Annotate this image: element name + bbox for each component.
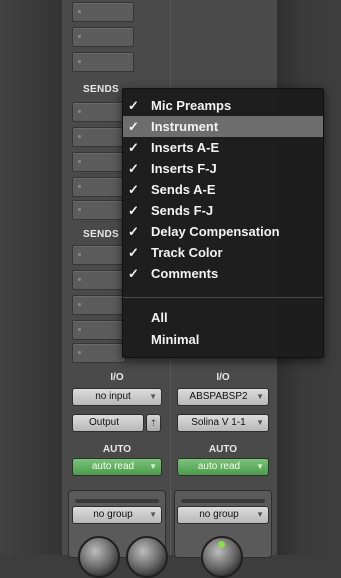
mix-window-view-menu: ✓ Mic Preamps ✓ Instrument ✓ Inserts A-E…	[122, 88, 324, 358]
triangle-down-icon: ▼	[256, 392, 264, 401]
insert-slot[interactable]	[72, 2, 134, 22]
menu-item-instrument[interactable]: ✓ Instrument	[123, 116, 323, 137]
input-value: no input	[95, 391, 131, 402]
checkmark-icon: ✓	[128, 182, 139, 197]
checkmark-icon: ✓	[128, 224, 139, 239]
checkmark-icon: ✓	[128, 203, 139, 218]
menu-item-sends-a-e[interactable]: ✓ Sends A-E	[123, 179, 323, 200]
input-selector[interactable]: no input ▼	[72, 388, 162, 406]
slot-dot-icon	[78, 35, 81, 38]
send-slot[interactable]	[72, 102, 126, 122]
triangle-down-icon: ▼	[256, 510, 264, 519]
triangle-down-icon: ▼	[149, 510, 157, 519]
slot-dot-icon	[78, 351, 81, 354]
automation-mode-selector[interactable]: auto read ▼	[177, 458, 269, 476]
slot-dot-icon	[78, 328, 81, 331]
checkmark-icon: ✓	[128, 98, 139, 113]
send-slot[interactable]	[72, 200, 126, 220]
send-slot[interactable]	[72, 152, 126, 172]
slot-dot-icon	[78, 60, 81, 63]
io-label: I/O	[216, 372, 230, 383]
group-divider	[75, 499, 159, 503]
link-icon[interactable]: ⇡	[146, 414, 161, 432]
checkmark-icon: ✓	[128, 161, 139, 176]
sends-label-2: SENDS	[83, 229, 119, 240]
menu-item-label: Sends A-E	[151, 182, 216, 197]
menu-item-label: Instrument	[151, 119, 219, 134]
send-slot[interactable]	[72, 177, 126, 197]
menu-item-label: Minimal	[151, 332, 200, 347]
output-selector[interactable]: Solina V 1-1 ▼	[177, 414, 269, 432]
triangle-down-icon: ▼	[256, 462, 264, 471]
group-value: no group	[199, 509, 239, 520]
menu-item-inserts-f-j[interactable]: ✓ Inserts F-J	[123, 158, 323, 179]
send-slot[interactable]	[72, 270, 126, 290]
triangle-down-icon: ▼	[149, 462, 157, 471]
menu-item-label: All	[151, 310, 168, 325]
slot-dot-icon	[78, 253, 81, 256]
insert-slot[interactable]	[72, 52, 134, 72]
pan-knob[interactable]	[126, 536, 168, 578]
menu-item-label: Inserts F-J	[151, 161, 217, 176]
group-divider	[181, 499, 265, 503]
send-slot[interactable]	[72, 295, 126, 315]
slot-dot-icon	[78, 278, 81, 281]
menu-item-inserts-a-e[interactable]: ✓ Inserts A-E	[123, 137, 323, 158]
menu-item-minimal[interactable]: Minimal	[123, 329, 323, 350]
io-label: I/O	[110, 372, 124, 383]
triangle-down-icon: ▼	[256, 418, 264, 427]
menu-item-label: Mic Preamps	[151, 98, 232, 113]
left-window-bezel	[0, 0, 62, 555]
group-selector[interactable]: no group ▼	[72, 506, 162, 524]
menu-item-sends-f-j[interactable]: ✓ Sends F-J	[123, 200, 323, 221]
output-value: Solina V 1-1	[191, 417, 246, 428]
menu-item-label: Inserts A-E	[151, 140, 220, 155]
checkmark-icon: ✓	[128, 266, 139, 281]
menu-item-label: Delay Compensation	[151, 224, 280, 239]
group-selector[interactable]: no group ▼	[177, 506, 269, 524]
menu-item-track-color[interactable]: ✓ Track Color	[123, 242, 323, 263]
menu-separator	[123, 297, 323, 298]
send-slot[interactable]	[72, 343, 126, 363]
output-selector[interactable]: Output	[72, 414, 144, 432]
automation-mode-value: auto read	[91, 461, 135, 472]
slot-dot-icon	[78, 160, 81, 163]
send-slot[interactable]	[72, 127, 126, 147]
send-slot[interactable]	[72, 320, 126, 340]
pan-knob[interactable]	[78, 536, 120, 578]
slot-dot-icon	[78, 303, 81, 306]
input-selector[interactable]: ABSPABSP2 ▼	[177, 388, 269, 406]
checkmark-icon: ✓	[128, 140, 139, 155]
output-value: Output	[88, 417, 120, 428]
automation-mode-value: auto read	[197, 461, 241, 472]
menu-item-all[interactable]: All	[123, 307, 323, 328]
sends-label: SENDS	[83, 84, 119, 95]
auto-label: AUTO	[208, 444, 238, 455]
slot-dot-icon	[78, 208, 81, 211]
insert-slot[interactable]	[72, 27, 134, 47]
automation-mode-selector[interactable]: auto read ▼	[72, 458, 162, 476]
input-value: ABSPABSP2	[189, 391, 248, 402]
menu-item-comments[interactable]: ✓ Comments	[123, 263, 323, 284]
menu-item-delay-compensation[interactable]: ✓ Delay Compensation	[123, 221, 323, 242]
checkmark-icon: ✓	[128, 245, 139, 260]
pan-knob[interactable]	[201, 536, 243, 578]
triangle-down-icon: ▼	[149, 392, 157, 401]
menu-item-label: Comments	[151, 266, 219, 281]
auto-label: AUTO	[102, 444, 132, 455]
slot-dot-icon	[78, 185, 81, 188]
send-slot[interactable]	[72, 245, 126, 265]
group-value: no group	[93, 509, 133, 520]
menu-item-label: Track Color	[151, 245, 223, 260]
menu-item-label: Sends F-J	[151, 203, 214, 218]
slot-dot-icon	[78, 10, 81, 13]
slot-dot-icon	[78, 135, 81, 138]
menu-item-mic-preamps[interactable]: ✓ Mic Preamps	[123, 95, 323, 116]
slot-dot-icon	[78, 110, 81, 113]
checkmark-icon: ✓	[128, 119, 139, 134]
